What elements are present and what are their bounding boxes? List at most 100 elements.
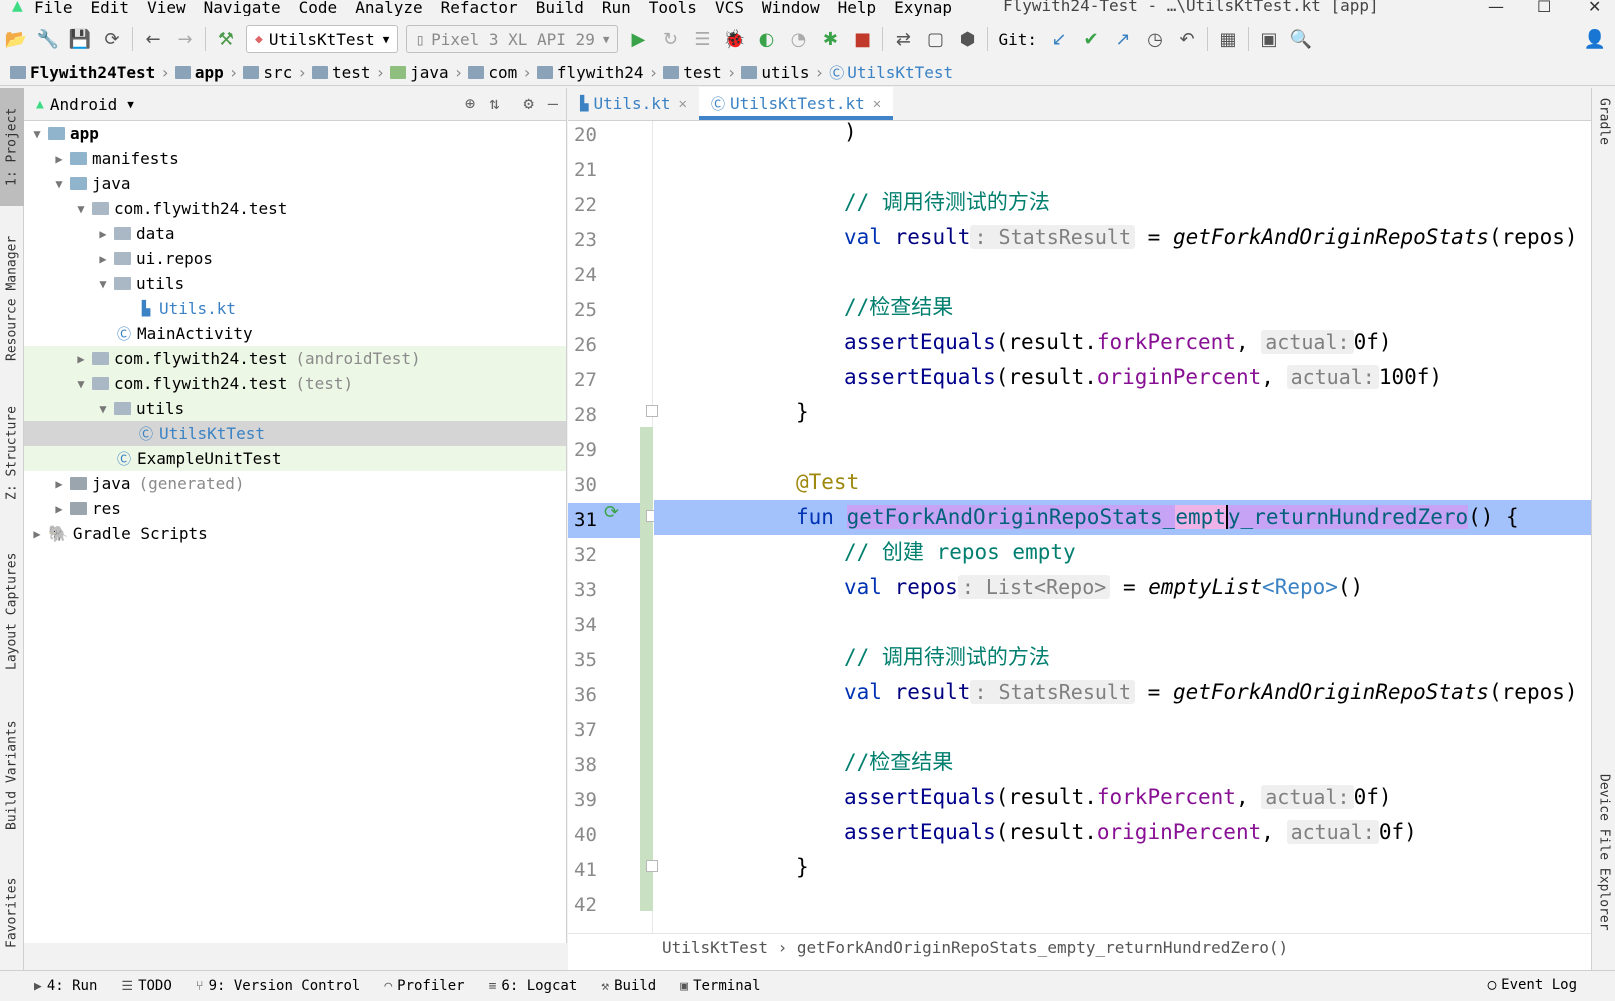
line-number[interactable]: 26 [574, 328, 614, 363]
tree-item-manifests[interactable]: ▶ manifests [24, 146, 566, 171]
rerun-icon[interactable]: ↻ [654, 23, 686, 55]
save-icon[interactable]: 💾 [64, 23, 96, 55]
tab-build[interactable]: ⚒ Build [601, 978, 656, 994]
breadcrumb-com[interactable]: com › [468, 63, 537, 82]
breadcrumb-java[interactable]: java › [390, 63, 468, 82]
tab-project[interactable]: 1: Project [0, 88, 24, 206]
stop-icon[interactable]: ■ [846, 23, 878, 55]
expanded-arrow-icon[interactable]: ▼ [96, 402, 110, 416]
menu-window[interactable]: Window [762, 0, 820, 16]
tab-gradle[interactable]: Gradle [1592, 98, 1615, 178]
chevron-down-icon[interactable]: ▼ [127, 98, 134, 111]
gear-icon[interactable]: ⚙ [524, 94, 534, 114]
line-number[interactable]: 28 [574, 398, 614, 433]
close-tab-icon[interactable]: ✕ [873, 96, 881, 112]
collapsed-arrow-icon[interactable]: ▶ [52, 477, 66, 491]
git-history-icon[interactable]: ◷ [1139, 23, 1171, 55]
collapse-all-icon[interactable]: ⇅ [489, 94, 499, 114]
tab-todo[interactable]: ☰ TODO [121, 978, 171, 994]
expanded-arrow-icon[interactable]: ▼ [96, 277, 110, 291]
breadcrumb-test[interactable]: test › [311, 63, 390, 82]
line-number[interactable]: 33 [574, 573, 614, 608]
breadcrumb-app[interactable]: app › [174, 63, 244, 82]
vcs-change-marker[interactable] [640, 427, 653, 911]
collapsed-arrow-icon[interactable]: ▶ [74, 352, 88, 366]
tree-item-data[interactable]: ▶ data [24, 221, 566, 246]
tree-item-package-main[interactable]: ▼ com.flywith24.test [24, 196, 566, 221]
line-number[interactable]: 35 [574, 643, 614, 678]
breadcrumb-flywith24[interactable]: flywith24 › [536, 63, 663, 82]
menu-build[interactable]: Build [536, 0, 584, 16]
line-number[interactable]: 30 [574, 468, 614, 503]
avd-manager-icon[interactable]: ▢ [919, 23, 951, 55]
menu-view[interactable]: View [147, 0, 186, 16]
tree-item-app[interactable]: ▼ app [24, 121, 566, 146]
close-tab-icon[interactable]: ✕ [679, 96, 687, 112]
open-folder-icon[interactable]: 📂 [0, 23, 32, 55]
line-number[interactable]: 24 [574, 258, 614, 293]
line-number[interactable]: 31 [574, 503, 614, 538]
locate-icon[interactable]: ⊕ [465, 94, 475, 114]
menu-tools[interactable]: Tools [649, 0, 697, 16]
expanded-arrow-icon[interactable]: ▼ [74, 377, 88, 391]
tab-device-file-explorer[interactable]: Device File Explorer [1592, 774, 1615, 964]
sdk-manager-icon[interactable]: ⬢ [951, 23, 983, 55]
menu-run[interactable]: Run [602, 0, 631, 16]
tab-event-log[interactable]: ◯ Event Log [1488, 977, 1577, 993]
menu-code[interactable]: Code [299, 0, 338, 16]
line-number[interactable]: 32 [574, 538, 614, 573]
collapsed-arrow-icon[interactable]: ▶ [30, 527, 44, 541]
expanded-arrow-icon[interactable]: ▼ [74, 202, 88, 216]
collapsed-arrow-icon[interactable]: ▶ [52, 502, 66, 516]
menu-edit[interactable]: Edit [91, 0, 130, 16]
breadcrumb-test-pkg[interactable]: test › [663, 63, 741, 82]
menu-analyze[interactable]: Analyze [355, 0, 422, 16]
tree-item-package-android-test[interactable]: ▶ com.flywith24.test (androidTest) [24, 346, 566, 371]
project-view-select[interactable]: Android [50, 95, 117, 114]
tree-item-res[interactable]: ▶ res [24, 496, 566, 521]
line-number[interactable]: 25 [574, 293, 614, 328]
code-area[interactable]: ) // 调用待测试的方法 val result: StatsResult = … [654, 121, 1591, 933]
editor-gutter[interactable]: ⟳ 20 21 22 23 24 25 26 27 28 29 30 31 32 33 34 35 36 37 38… [568, 118, 658, 933]
tree-item-java[interactable]: ▼ java [24, 171, 566, 196]
collapsed-arrow-icon[interactable]: ▶ [96, 252, 110, 266]
tab-utils-kt-test[interactable]: Ⓒ UtilsKtTest.kt ✕ [698, 87, 894, 120]
line-number[interactable]: 34 [574, 608, 614, 643]
line-number[interactable]: 41 [574, 853, 614, 888]
tab-profiler[interactable]: ◠ Profiler [384, 978, 464, 994]
tree-item-example-unit-test[interactable]: Ⓒ ExampleUnitTest [24, 446, 566, 471]
tab-structure[interactable]: Z: Structure [0, 388, 24, 518]
line-number[interactable]: 20 [574, 118, 614, 153]
menu-refactor[interactable]: Refactor [441, 0, 518, 16]
tab-favorites[interactable]: Favorites [0, 863, 24, 963]
run-icon[interactable]: ▶ [622, 23, 654, 55]
expanded-arrow-icon[interactable]: ▼ [30, 127, 44, 141]
git-commit-icon[interactable]: ✔ [1075, 23, 1107, 55]
tree-item-test-utils[interactable]: ▼ utils [24, 396, 566, 421]
tab-resource-manager[interactable]: Resource Manager [0, 218, 24, 378]
expanded-arrow-icon[interactable]: ▼ [52, 177, 66, 191]
device-select[interactable]: ▯ Pixel 3 XL API 29 ▼ [406, 25, 619, 53]
line-number[interactable]: 22 [574, 188, 614, 223]
maximize-icon[interactable]: ☐ [1537, 0, 1551, 16]
menu-file[interactable]: File [34, 0, 73, 16]
tree-item-gradle-scripts[interactable]: ▶ 🐘 Gradle Scripts [24, 521, 566, 546]
attach-debugger-icon[interactable]: ✱ [814, 23, 846, 55]
gradle-sync-icon[interactable]: ⇄ [887, 23, 919, 55]
tab-utils-kt[interactable]: ▙ Utils.kt ✕ [568, 87, 699, 120]
tree-item-utils-kt-test[interactable]: Ⓒ UtilsKtTest [24, 421, 566, 446]
line-number[interactable]: 29 [574, 433, 614, 468]
line-number[interactable]: 21 [574, 153, 614, 188]
tab-version-control[interactable]: ⑂ 9: Version Control [196, 978, 361, 994]
tree-item-ui-repos[interactable]: ▶ ui.repos [24, 246, 566, 271]
hammer-icon[interactable]: ⚒ [210, 23, 242, 55]
tree-item-main-activity[interactable]: Ⓒ MainActivity [24, 321, 566, 346]
menu-navigate[interactable]: Navigate [204, 0, 281, 16]
line-number[interactable]: 39 [574, 783, 614, 818]
line-number[interactable]: 27 [574, 363, 614, 398]
git-push-icon[interactable]: ↗ [1107, 23, 1139, 55]
breadcrumb-utils[interactable]: utils › [741, 63, 829, 82]
tab-layout-captures[interactable]: Layout Captures [0, 536, 24, 686]
back-arrow-icon[interactable]: ← [137, 23, 169, 55]
hide-panel-icon[interactable]: — [548, 94, 558, 114]
